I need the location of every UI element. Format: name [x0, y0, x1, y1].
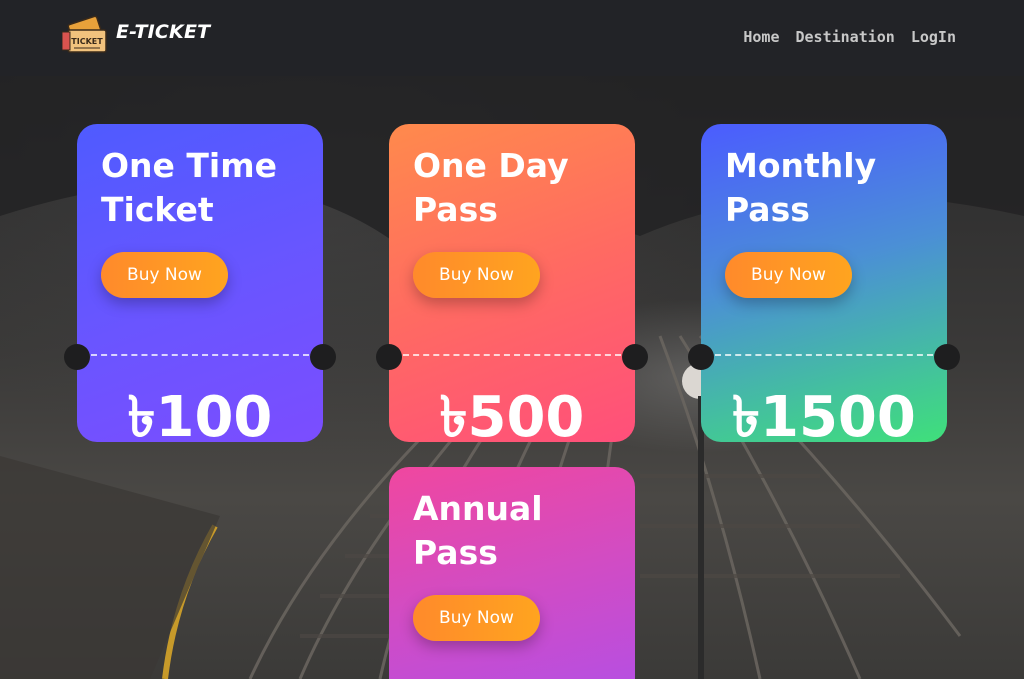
ticket-notch-right — [934, 344, 960, 370]
ticket-card-one-time: One Time Ticket Buy Now ৳100 — [64, 124, 336, 450]
ticket-price: ৳500 — [439, 385, 585, 450]
ticket-price: ৳1500 — [732, 385, 916, 450]
buy-now-button[interactable]: Buy Now — [725, 252, 852, 298]
ticket-notch-right — [622, 344, 648, 370]
ticket-card-annual: Annual Pass Buy Now — [389, 467, 635, 679]
buy-now-button[interactable]: Buy Now — [413, 252, 540, 298]
brand[interactable]: TICKET E-TICKET — [62, 14, 210, 58]
card-title: One Day Pass — [413, 146, 569, 229]
nav-link-destination[interactable]: Destination — [796, 28, 895, 46]
ticket-divider — [715, 354, 933, 356]
buy-now-button[interactable]: Buy Now — [101, 252, 228, 298]
ticket-card-monthly: Monthly Pass Buy Now ৳1500 — [688, 124, 960, 450]
ticket-price: ৳100 — [127, 385, 273, 450]
nav-link-home[interactable]: Home — [743, 28, 779, 46]
ticket-notch-left — [64, 344, 90, 370]
ticket-divider — [91, 354, 309, 356]
ticket-card-one-day: One Day Pass Buy Now ৳500 — [376, 124, 648, 450]
buy-now-button[interactable]: Buy Now — [413, 595, 540, 641]
nav-links: Home Destination LogIn — [743, 28, 956, 46]
ticket-logo-icon: TICKET — [62, 15, 107, 53]
ticket-notch-left — [376, 344, 402, 370]
ticket-notch-left — [688, 344, 714, 370]
ticket-notch-right — [310, 344, 336, 370]
card-title: One Time Ticket — [101, 146, 278, 229]
navbar: TICKET E-TICKET Home Destination LogIn — [0, 0, 1024, 76]
card-title: Annual Pass — [413, 489, 543, 572]
card-title: Monthly Pass — [725, 146, 877, 229]
logo-text: TICKET — [71, 37, 103, 46]
nav-link-login[interactable]: LogIn — [911, 28, 956, 46]
brand-name: E-TICKET — [116, 21, 211, 43]
ticket-divider — [403, 354, 621, 356]
